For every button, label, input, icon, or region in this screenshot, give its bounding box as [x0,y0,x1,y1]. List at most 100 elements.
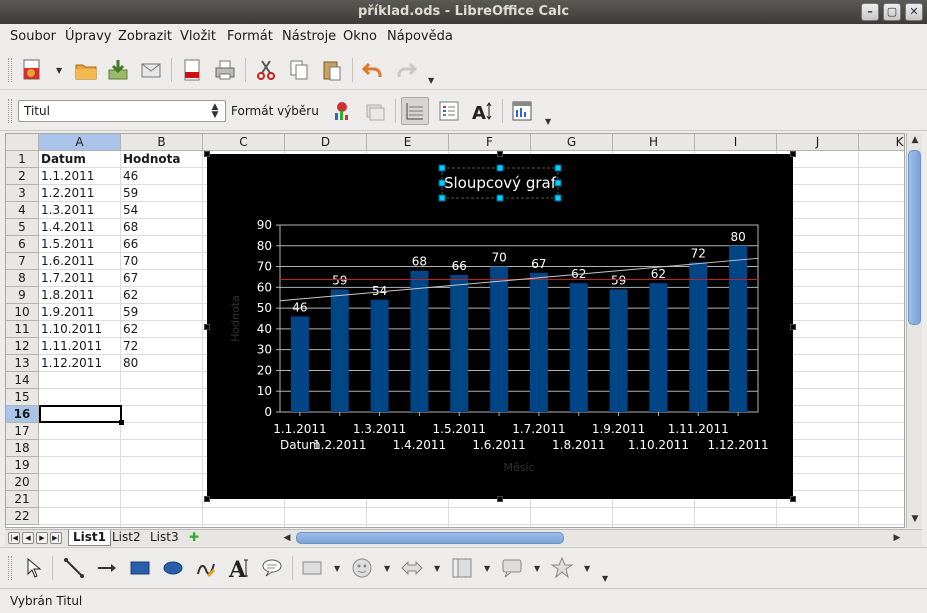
select-all-corner[interactable] [6,134,39,151]
freeform-icon[interactable] [192,554,220,582]
cell-date[interactable]: 1.4.2011 [39,219,121,236]
tab-list2[interactable]: List2 [108,530,145,546]
column-header-a[interactable]: A [39,134,121,151]
spin-arrows-icon[interactable]: ▲ ▼ [208,103,222,120]
undo-icon[interactable] [359,56,387,84]
toolbar-grip[interactable] [8,58,12,82]
row-header-9[interactable]: 9 [6,287,39,304]
symbol-shapes-dropdown-icon[interactable]: ▼ [384,564,392,573]
tab-list1[interactable]: List1 [68,530,111,546]
data-table-icon[interactable] [361,97,389,125]
chart-resize-handle[interactable] [204,496,210,502]
line-icon[interactable] [60,554,88,582]
first-sheet-icon[interactable]: |◀ [8,532,20,544]
column-header-f[interactable]: F [449,134,531,151]
close-icon[interactable]: ✕ [905,3,923,21]
column-header-b[interactable]: B [121,134,203,151]
legend-icon[interactable] [435,97,463,125]
chart-resize-handle[interactable] [497,151,503,157]
chart-resize-handle[interactable] [497,496,503,502]
chart-type-icon[interactable] [328,97,356,125]
fill-handle[interactable] [119,420,124,425]
cell-value[interactable]: 70 [121,253,203,270]
flowchart-icon[interactable] [448,554,476,582]
horizontal-scrollbar[interactable]: ◀ ▶ [284,531,908,545]
cell-value[interactable]: 54 [121,202,203,219]
row-header-8[interactable]: 8 [6,270,39,287]
open-folder-icon[interactable] [72,56,100,84]
chart-resize-handle[interactable] [790,151,796,157]
column-header-c[interactable]: C [203,134,285,151]
menu-nastroje[interactable]: Nástroje [282,29,336,44]
basic-shapes-dropdown-icon[interactable]: ▼ [334,564,342,573]
arrow-line-icon[interactable] [93,554,121,582]
chart-resize-handle[interactable] [204,324,210,330]
row-header-20[interactable]: 20 [6,474,39,491]
toolbar-overflow-icon[interactable]: ▼ [602,574,610,583]
scale-text-icon[interactable]: A [468,97,496,125]
cell-date[interactable]: 1.11.2011 [39,338,121,355]
cell-value[interactable]: 80 [121,355,203,372]
format-selection-button[interactable]: Formát výběru [231,104,319,118]
row-header-17[interactable]: 17 [6,423,39,440]
column-header-e[interactable]: E [367,134,449,151]
menu-zobrazit[interactable]: Zobrazit [118,29,172,44]
symbol-shapes-icon[interactable] [348,554,376,582]
email-icon[interactable] [137,56,165,84]
element-select-box[interactable]: Titul ▲ ▼ [18,100,226,122]
row-header-10[interactable]: 10 [6,304,39,321]
vertical-scroll-thumb[interactable] [908,150,921,325]
cell-value[interactable]: 67 [121,270,203,287]
export-pdf-icon[interactable] [178,56,206,84]
cell-value[interactable]: 68 [121,219,203,236]
copy-icon[interactable] [285,56,313,84]
column-header-d[interactable]: D [285,134,367,151]
spreadsheet-grid[interactable]: ABCDEFGHIJK 1 2 3 4 5 6 7 8 9 10 11 12 13 14 15 16 17 18 1… [5,133,905,528]
cell-date[interactable]: 1.3.2011 [39,202,121,219]
cut-icon[interactable] [252,56,280,84]
menu-napoveda[interactable]: Nápověda [387,29,453,44]
select-arrow-icon[interactable] [20,554,48,582]
row-header-2[interactable]: 2 [6,168,39,185]
horizontal-grids-icon[interactable] [401,97,429,125]
menu-format[interactable]: Formát [227,29,273,44]
chart-resize-handle[interactable] [204,151,210,157]
flowchart-dropdown-icon[interactable]: ▼ [484,564,492,573]
column-header-g[interactable]: G [531,134,613,151]
auto-layout-icon[interactable] [508,97,536,125]
next-sheet-icon[interactable]: ▶ [36,532,48,544]
menu-vlozit[interactable]: Vložit [180,29,216,44]
row-header-12[interactable]: 12 [6,338,39,355]
cell-date[interactable]: 1.1.2011 [39,168,121,185]
toolbar-grip[interactable] [8,99,12,123]
chart-resize-handle[interactable] [790,324,796,330]
column-header-i[interactable]: I [695,134,777,151]
row-header-21[interactable]: 21 [6,491,39,508]
cell-header-datum[interactable]: Datum [39,151,121,168]
row-header-11[interactable]: 11 [6,321,39,338]
vertical-scrollbar[interactable]: ▲ ▼ [906,133,922,528]
row-header-14[interactable]: 14 [6,372,39,389]
row-header-7[interactable]: 7 [6,253,39,270]
cell-value[interactable]: 59 [121,304,203,321]
cell-value[interactable]: 66 [121,236,203,253]
prev-sheet-icon[interactable]: ◀ [22,532,34,544]
cell-date[interactable]: 1.9.2011 [39,304,121,321]
stars-icon[interactable] [548,554,576,582]
row-header-13[interactable]: 13 [6,355,39,372]
callouts-icon[interactable] [498,554,526,582]
menu-soubor[interactable]: Soubor [10,29,56,44]
toolbar-overflow-icon[interactable]: ▼ [428,76,436,85]
cell-date[interactable]: 1.5.2011 [39,236,121,253]
column-header-h[interactable]: H [613,134,695,151]
cell-header-hodnota[interactable]: Hodnota [121,151,203,168]
save-icon[interactable] [104,56,132,84]
add-sheet-icon[interactable]: ✚ [185,530,203,546]
rectangle-icon[interactable] [126,554,154,582]
scroll-down-icon[interactable]: ▼ [908,512,922,526]
cell-value[interactable]: 46 [121,168,203,185]
scroll-right-icon[interactable]: ▶ [890,531,904,545]
row-header-18[interactable]: 18 [6,440,39,457]
minimize-icon[interactable]: – [861,3,879,21]
scroll-left-icon[interactable]: ◀ [280,531,294,545]
